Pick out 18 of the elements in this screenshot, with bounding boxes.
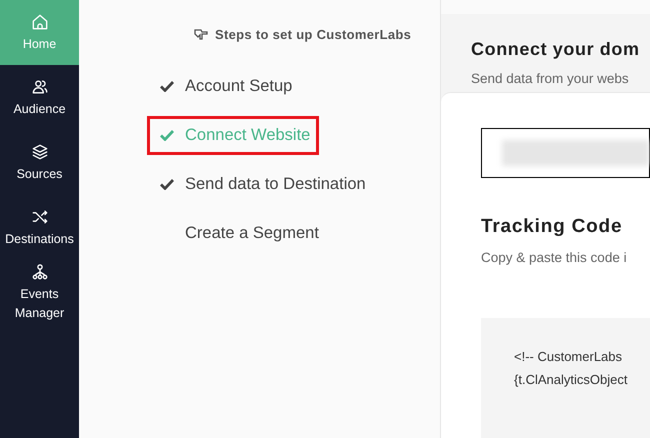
step-item[interactable]: Create a Segment xyxy=(147,214,328,252)
sidebar-item[interactable]: Sources xyxy=(0,130,79,195)
layers-icon xyxy=(30,142,50,162)
domain-field[interactable] xyxy=(481,128,650,178)
section-description: Copy & paste this code i xyxy=(481,248,628,267)
panel-subtitle: Send data from your webs xyxy=(471,70,630,88)
home-icon xyxy=(30,12,50,32)
step-item[interactable]: Send data to Destination xyxy=(147,164,375,204)
sidebar-item[interactable]: Destinations xyxy=(0,195,79,260)
code-line: <!-- CustomerLabs xyxy=(514,348,624,366)
network-icon xyxy=(30,262,50,282)
code-line: {t.ClAnalyticsObject xyxy=(514,370,628,389)
panel-title: Connect your dom xyxy=(471,38,641,62)
sidebar-item[interactable]: Events Manager xyxy=(0,260,79,325)
step-item[interactable]: Account Setup xyxy=(147,66,302,106)
section-title: Tracking Code xyxy=(481,215,624,240)
sidebar-item[interactable]: Audience xyxy=(0,65,79,130)
steps-title: Steps to set up CustomerLabs xyxy=(215,26,412,44)
